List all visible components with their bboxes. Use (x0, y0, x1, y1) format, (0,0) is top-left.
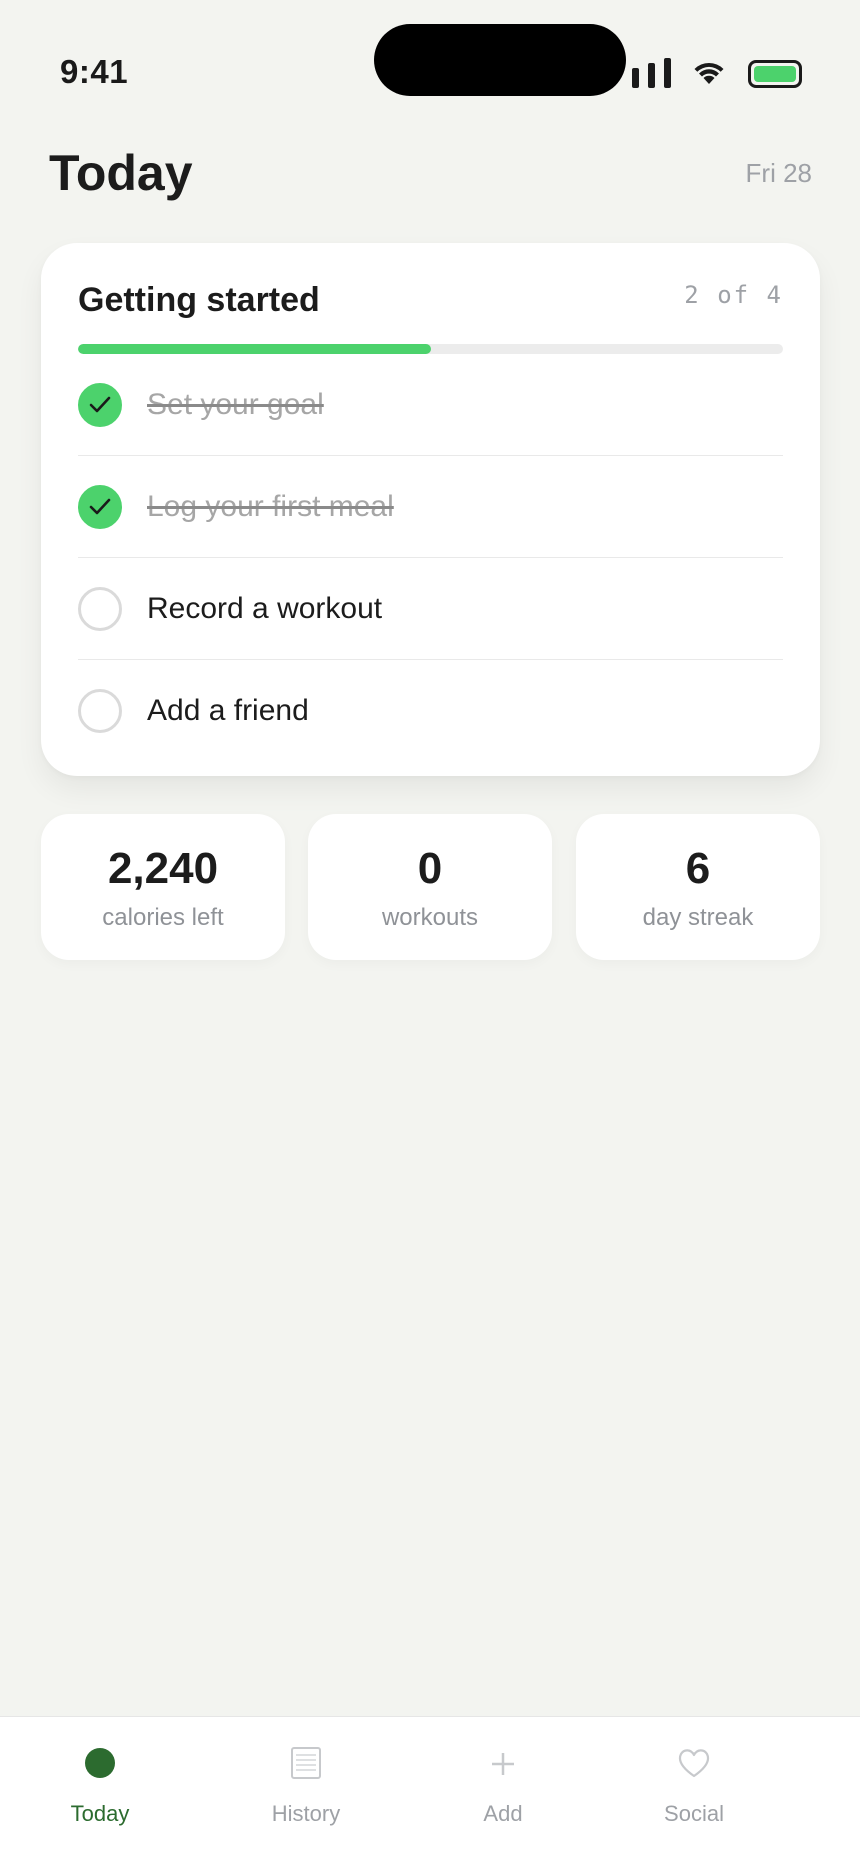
tab-today[interactable]: Today (0, 1717, 200, 1847)
tab-label: Add (483, 1801, 523, 1826)
checklist-item-set-goal[interactable]: Set your goal (78, 354, 783, 456)
card-title: Getting started (78, 281, 320, 319)
tab-social[interactable]: Social (594, 1717, 794, 1847)
tab-label: Today (70, 1801, 130, 1826)
signal-icon (632, 58, 674, 88)
today-screen: 9:41 Today Fri 28 Getting started 2 of 4… (0, 0, 860, 1869)
dynamic-island (374, 24, 626, 96)
checkmark-icon[interactable] (78, 382, 122, 427)
progress-bar-fill (78, 344, 431, 354)
checklist-item-record-workout[interactable]: Record a workout (78, 558, 783, 660)
stats-row: 2,240 calories left 0 workouts 6 day str… (41, 814, 820, 960)
checklist-item-label: Set your goal (147, 387, 324, 421)
progress-count: 2 of 4 (684, 281, 783, 309)
checklist-item-label: Record a workout (147, 591, 383, 625)
status-time: 9:41 (60, 53, 129, 90)
checklist-item-label: Log your first meal (147, 489, 394, 523)
stat-value: 6 (685, 844, 711, 893)
check-circle-icon[interactable] (78, 689, 122, 733)
checklist-item-label: Add a friend (147, 694, 309, 727)
stat-value: 0 (417, 844, 443, 893)
tab-label: History (271, 1801, 341, 1826)
wifi-icon (692, 58, 726, 91)
check-circle-icon[interactable] (78, 586, 122, 631)
heart-icon (677, 1747, 711, 1784)
checklist-item-add-friend[interactable]: Add a friend (78, 660, 783, 762)
checklist: Set your goal Log your first meal Record… (78, 354, 783, 762)
page-date: Fri 28 (745, 158, 812, 188)
tab-add[interactable]: Add (403, 1717, 603, 1847)
checkmark-icon[interactable] (78, 484, 122, 529)
plus-icon (490, 1747, 516, 1784)
tab-label: Social (664, 1801, 724, 1826)
stat-label: calories left (102, 904, 224, 931)
tab-bar: Today History Add Social (0, 1716, 860, 1869)
stat-value: 2,240 (107, 844, 219, 893)
list-icon (291, 1747, 321, 1784)
stat-card-workouts[interactable]: 0 workouts (308, 814, 552, 960)
dot-icon (84, 1747, 116, 1784)
checklist-item-log-meal[interactable]: Log your first meal (78, 456, 783, 558)
getting-started-card: Getting started 2 of 4 Set your goal Log… (41, 243, 820, 776)
stat-label: workouts (381, 904, 479, 931)
stat-label: day streak (642, 904, 754, 931)
tab-history[interactable]: History (206, 1717, 406, 1847)
page-title: Today (49, 145, 193, 201)
progress-bar (78, 344, 783, 354)
stat-card-calories[interactable]: 2,240 calories left (41, 814, 285, 960)
battery-icon (748, 60, 802, 88)
stat-card-streak[interactable]: 6 day streak (576, 814, 820, 960)
